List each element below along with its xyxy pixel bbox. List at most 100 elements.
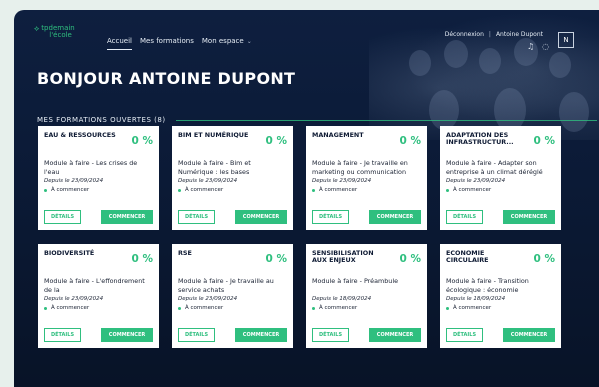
card-date: Depuis le 23/09/2024 [178, 178, 238, 184]
page-title: BONJOUR ANTOINE DUPONT [37, 69, 296, 88]
section-header: MES FORMATIONS OUVERTES (8) [37, 116, 597, 124]
card-status: À commencer [178, 187, 287, 193]
card-description: Module à faire - Je travaille au service… [178, 277, 274, 294]
card-description: Module à faire - Adapter son entreprise … [446, 159, 543, 176]
course-card: BIM ET NUMÉRIQUE 0 % Module à faire - Bim… [172, 126, 293, 230]
details-button[interactable]: DÉTAILS [312, 210, 349, 224]
card-progress: 0 % [131, 253, 153, 265]
start-button[interactable]: COMMENCER [369, 328, 421, 342]
nav-space[interactable]: Mon espace ⌄ [202, 37, 252, 45]
logout-link[interactable]: Déconnexion [445, 31, 484, 38]
status-dot-icon [44, 306, 47, 310]
chevron-down-icon: ⌄ [246, 38, 252, 45]
nav-home[interactable]: Accueil [107, 37, 132, 50]
nav-space-label: Mon espace [201, 37, 244, 45]
avatar[interactable]: N [558, 32, 574, 48]
start-button[interactable]: COMMENCER [235, 328, 287, 342]
details-button[interactable]: DÉTAILS [44, 328, 81, 342]
card-status-label: À commencer [185, 305, 224, 311]
card-status: À commencer [178, 305, 287, 311]
card-status: À commencer [44, 305, 153, 311]
card-status-label: À commencer [185, 187, 224, 193]
status-dot-icon [446, 188, 449, 192]
account-nav: Déconnexion | Antoine Dupont [445, 31, 543, 38]
course-card: MANAGEMENT 0 % Module à faire - Je travai… [306, 126, 427, 230]
card-status: À commencer [312, 305, 421, 311]
bell-icon[interactable]: ♫ [527, 42, 534, 51]
details-button[interactable]: DÉTAILS [178, 210, 215, 224]
section-title: MES FORMATIONS OUVERTES (8) [37, 116, 166, 124]
course-card: EAU & RESSOURCES 0 % Module à faire - Les… [38, 126, 159, 230]
status-dot-icon [178, 188, 181, 192]
start-button[interactable]: COMMENCER [369, 210, 421, 224]
main-nav: Accueil Mes formations Mon espace ⌄ [107, 37, 252, 50]
card-title: EAU & RESSOURCES [44, 131, 116, 139]
start-button[interactable]: COMMENCER [101, 210, 153, 224]
card-date: Depuis le 23/09/2024 [44, 178, 104, 184]
card-description: Module à faire - Transition écologique :… [446, 277, 529, 294]
card-date: Depuis le 18/09/2024 [446, 296, 506, 302]
card-title: RSE [178, 249, 192, 257]
start-button[interactable]: COMMENCER [503, 210, 555, 224]
course-card: ADAPTATION DES INFRASTRUCTUR... 0 % Modul… [440, 126, 561, 230]
card-description: Module à faire - Je travaille en marketi… [312, 159, 408, 176]
start-button[interactable]: COMMENCER [101, 328, 153, 342]
chat-icon[interactable]: ◌ [542, 42, 549, 51]
courses-grid: EAU & RESSOURCES 0 % Module à faire - Les… [38, 126, 573, 348]
card-progress: 0 % [265, 135, 287, 147]
card-title: MANAGEMENT [312, 131, 364, 139]
status-dot-icon [312, 188, 315, 192]
card-status-label: À commencer [453, 187, 492, 193]
card-progress: 0 % [131, 135, 153, 147]
card-title: ECONOMIE CIRCULAIRE [446, 249, 489, 264]
card-status: À commencer [446, 187, 555, 193]
details-button[interactable]: DÉTAILS [44, 210, 81, 224]
details-button[interactable]: DÉTAILS [312, 328, 349, 342]
card-description: Module à faire - L'effondrement de la [44, 277, 145, 294]
start-button[interactable]: COMMENCER [235, 210, 287, 224]
course-card: SENSIBILISATION AUX ENJEUX 0 % Module à f… [306, 244, 427, 348]
card-date: Depuis le 23/09/2024 [44, 296, 104, 302]
card-progress: 0 % [265, 253, 287, 265]
course-card: RSE 0 % Module à faire - Je travaille au … [172, 244, 293, 348]
user-name[interactable]: Antoine Dupont [496, 31, 543, 38]
status-dot-icon [446, 306, 449, 310]
card-date: Depuis le 23/09/2024 [178, 296, 238, 302]
card-description: Module à faire - Préambule [312, 277, 399, 285]
details-button[interactable]: DÉTAILS [178, 328, 215, 342]
top-bar: ⟡ tpdemain l'école Accueil Mes formation… [14, 10, 599, 51]
card-status: À commencer [44, 187, 153, 193]
card-date: Depuis le 23/09/2024 [312, 178, 372, 184]
status-dot-icon [44, 188, 47, 192]
header-icons: ♫ ◌ [527, 42, 549, 51]
card-status-label: À commencer [51, 187, 90, 193]
logo-text-c: l'école [49, 31, 72, 39]
details-button[interactable]: DÉTAILS [446, 328, 483, 342]
card-status-label: À commencer [319, 305, 358, 311]
card-date: Depuis le 18/09/2024 [312, 296, 372, 302]
card-progress: 0 % [533, 135, 555, 147]
card-progress: 0 % [399, 135, 421, 147]
card-status-label: À commencer [51, 305, 90, 311]
card-date: Depuis le 23/09/2024 [446, 178, 506, 184]
card-description: Module à faire - Bim et Numérique : les … [178, 159, 251, 176]
card-status: À commencer [446, 305, 555, 311]
status-dot-icon [178, 306, 181, 310]
card-status-label: À commencer [453, 305, 492, 311]
card-title: ADAPTATION DES INFRASTRUCTUR... [446, 131, 514, 146]
details-button[interactable]: DÉTAILS [446, 210, 483, 224]
card-title: BIODIVERSITÉ [44, 249, 95, 257]
logo-text-a: tp [41, 24, 49, 32]
card-status-label: À commencer [319, 187, 358, 193]
nav-separator: | [488, 31, 491, 38]
start-button[interactable]: COMMENCER [503, 328, 555, 342]
course-card: ECONOMIE CIRCULAIRE 0 % Module à faire - … [440, 244, 561, 348]
course-card: BIODIVERSITÉ 0 % Module à faire - L'effon… [38, 244, 159, 348]
card-description: Module à faire - Les crises de l'eau [44, 159, 138, 176]
card-progress: 0 % [399, 253, 421, 265]
status-dot-icon [312, 306, 315, 310]
nav-courses[interactable]: Mes formations [140, 37, 194, 45]
brand-logo[interactable]: ⟡ tpdemain l'école [34, 25, 75, 39]
card-progress: 0 % [533, 253, 555, 265]
card-title: BIM ET NUMÉRIQUE [178, 131, 249, 139]
